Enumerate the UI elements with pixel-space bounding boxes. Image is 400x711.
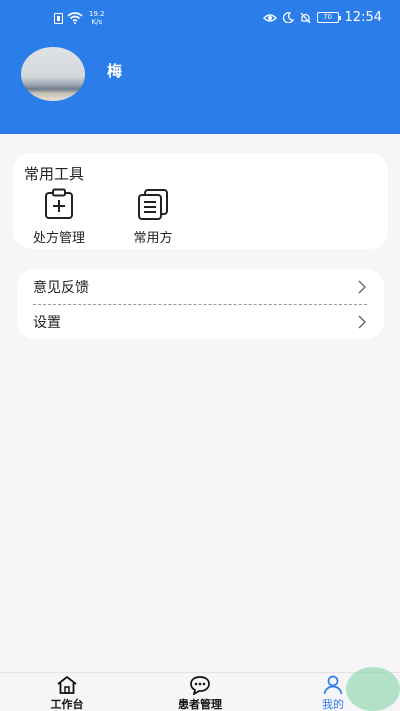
document-stack-icon (138, 189, 168, 220)
user-name: 梅 (107, 62, 123, 80)
network-speed: 19.2 K/s (89, 10, 105, 26)
tool-prescription-management[interactable]: 处方管理 (27, 187, 91, 246)
home-icon (57, 675, 77, 694)
battery-icon: 70 (316, 12, 341, 23)
menu-item-feedback[interactable]: 意见反馈 (33, 270, 367, 304)
battery-level: 70 (323, 13, 332, 21)
common-tools-title: 常用工具 (24, 165, 85, 183)
nav-label: 我的 (322, 698, 344, 711)
chevron-right-icon (358, 315, 366, 329)
tool-label: 常用方 (133, 231, 173, 246)
speed-unit: K/s (91, 18, 103, 26)
speed-value: 19.2 (89, 10, 105, 18)
status-bar: 19.2 K/s 70 12:54 (0, 0, 400, 36)
tool-common-prescriptions[interactable]: 常用方 (121, 187, 185, 246)
nav-tab-workbench[interactable]: 工作台 (27, 675, 107, 711)
status-right: 70 12:54 (262, 10, 382, 25)
person-icon (323, 675, 343, 695)
profile-header: 19.2 K/s 70 12:54 梅 (0, 0, 400, 134)
avatar[interactable] (21, 47, 85, 101)
menu-item-label: 意见反馈 (33, 280, 89, 296)
settings-menu-card: 意见反馈 设置 (17, 269, 384, 339)
eye-icon (262, 13, 277, 22)
bottom-nav: 工作台 患者管理 我的 (0, 672, 400, 711)
nav-label: 工作台 (50, 698, 84, 711)
common-tools-card: 常用工具 处方管理 常用方 (13, 153, 388, 249)
chat-bubble-icon (190, 676, 210, 695)
prescription-clipboard-icon (45, 188, 73, 219)
sim-icon (54, 12, 63, 24)
clock: 12:54 (344, 10, 382, 25)
moon-icon (282, 12, 294, 23)
chevron-right-icon (358, 280, 366, 294)
nav-tab-patient-management[interactable]: 患者管理 (160, 675, 240, 711)
nav-label: 患者管理 (178, 698, 222, 711)
bell-muted-icon (300, 12, 310, 23)
status-left: 19.2 K/s (54, 10, 105, 26)
floating-assistant-button[interactable] (346, 667, 400, 711)
menu-item-label: 设置 (33, 315, 61, 331)
tool-label: 处方管理 (32, 231, 85, 246)
menu-item-settings[interactable]: 设置 (33, 305, 367, 339)
wifi-icon (67, 12, 83, 24)
